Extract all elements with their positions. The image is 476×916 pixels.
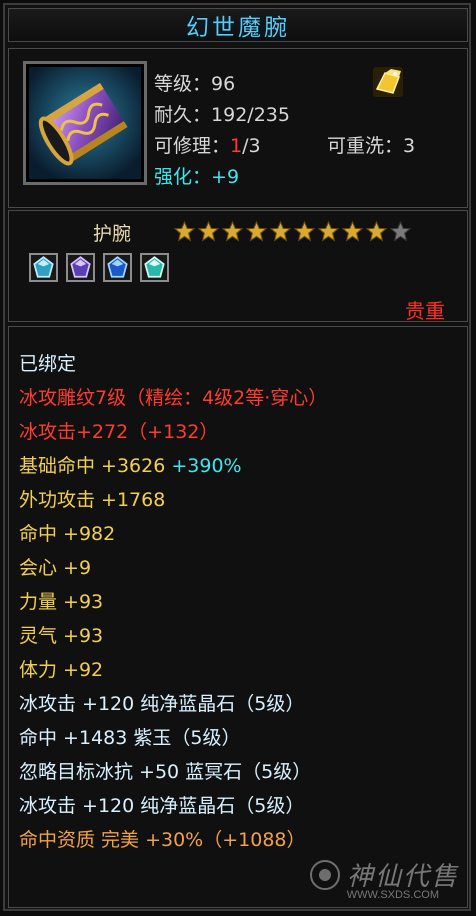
enhance-value: +9 xyxy=(211,166,240,188)
level-value: 96 xyxy=(211,73,236,95)
gem-slot[interactable] xyxy=(66,253,95,282)
attribute-text: 已绑定 xyxy=(19,353,77,375)
attribute-text: 命中 +1483 紫玉（5级） xyxy=(19,727,241,749)
equipment-type: 护腕 xyxy=(93,223,132,245)
attribute-text: 外功攻击 +1768 xyxy=(19,489,166,511)
attribute-line: 外功攻击 +1768 xyxy=(19,485,165,512)
item-icon-slot[interactable] xyxy=(23,61,147,185)
attribute-text: 冰攻击 +120 纯净蓝晶石（5级） xyxy=(19,693,305,715)
star-icon xyxy=(366,221,387,242)
durability-label: 耐久 xyxy=(154,104,193,126)
bracer-item-icon xyxy=(29,67,141,179)
level-label: 等级 xyxy=(154,73,193,95)
attribute-text: 命中 +982 xyxy=(19,523,116,545)
repair-row: 可修理：1/3 xyxy=(154,135,261,157)
item-name: 幻世魔腕 xyxy=(186,15,290,41)
attribute-line: 忽略目标冰抗 +50 蓝冥石（5级） xyxy=(19,757,311,784)
attribute-line: 力量 +93 xyxy=(19,587,103,614)
attribute-line: 命中 +1483 紫玉（5级） xyxy=(19,723,240,750)
watermark-url: WWW.SXDS.COM xyxy=(346,889,439,901)
durability-row: 耐久：192/235 xyxy=(154,104,290,126)
gem-slot[interactable] xyxy=(140,253,169,282)
star-icon xyxy=(174,221,195,242)
blue-gem-icon xyxy=(33,256,54,278)
attribute-text: 灵气 +93 xyxy=(19,625,104,647)
star-rating xyxy=(174,221,411,242)
star-icon xyxy=(222,221,243,242)
rarity-label: 贵重 xyxy=(405,299,445,323)
star-icon xyxy=(270,221,291,242)
durability-value: 192/235 xyxy=(211,104,290,126)
reforge-row: 可重洗：3 xyxy=(327,135,416,157)
star-icon xyxy=(294,221,315,242)
attribute-line: 体力 +92 xyxy=(19,655,103,682)
attribute-line: 命中资质 完美 +30%（+1088） xyxy=(19,825,306,852)
enhance-label: 强化 xyxy=(154,166,193,188)
attribute-text: 冰攻击+272（+132） xyxy=(19,421,219,443)
attribute-line: 灵气 +93 xyxy=(19,621,103,648)
attribute-line: 已绑定 xyxy=(19,349,76,376)
attribute-line: 冰攻击 +120 纯净蓝晶石（5级） xyxy=(19,791,304,818)
cyan-gem-icon xyxy=(144,256,165,278)
attribute-text: 会心 +9 xyxy=(19,557,92,579)
reforge-label: 可重洗 xyxy=(327,135,385,157)
attribute-line: 冰攻击+272（+132） xyxy=(19,417,218,444)
attribute-line: 冰攻雕纹7级（精绘：4级2等·穿心） xyxy=(19,383,327,410)
attribute-line: 命中 +982 xyxy=(19,519,115,546)
purple-gem-icon xyxy=(70,256,91,278)
attribute-panel: 命中资质 完美 +30%（+1088） 冰攻击 +120 纯净蓝晶石（5级） 忽略目… xyxy=(8,326,468,908)
attribute-text: 体力 +92 xyxy=(19,659,104,681)
attribute-text: 忽略目标冰抗 +50 蓝冥石（5级） xyxy=(19,761,312,783)
star-icon xyxy=(342,221,363,242)
blue-crystal-gem-icon xyxy=(107,256,128,278)
reforge-value: 3 xyxy=(403,135,416,157)
gold-ingot-icon xyxy=(373,67,403,97)
attribute-bonus: +390% xyxy=(165,455,242,477)
gem-slot[interactable] xyxy=(103,253,132,282)
attribute-text: 冰攻击 +120 纯净蓝晶石（5级） xyxy=(19,795,305,817)
repair-max: /3 xyxy=(242,135,261,157)
watermark-text: 神仙代售 xyxy=(346,862,459,892)
attribute-line: 冰攻击 +120 纯净蓝晶石（5级） xyxy=(19,689,304,716)
attribute-text: 命中资质 完美 +30%（+1088） xyxy=(19,829,306,851)
repair-label: 可修理 xyxy=(154,135,212,157)
star-icon xyxy=(246,221,267,242)
gem-slots xyxy=(29,253,169,282)
attribute-line: 基础命中 +3626 +390% xyxy=(19,451,242,478)
attribute-text: 基础命中 +3626 xyxy=(19,455,166,477)
level-row: 等级：96 xyxy=(154,73,236,95)
item-type-panel: 护腕 贵重 xyxy=(8,210,468,323)
attribute-text: 冰攻雕纹7级（精绘：4级2等·穿心） xyxy=(19,387,328,409)
enhance-row: 强化：+9 xyxy=(154,166,240,188)
star-icon xyxy=(318,221,339,242)
star-icon xyxy=(198,221,219,242)
watermark-logo-icon xyxy=(309,859,340,890)
watermark: 神仙代售 xyxy=(309,856,459,893)
attribute-text: 力量 +93 xyxy=(19,591,104,613)
repair-used: 1 xyxy=(230,135,243,157)
title-bar: 幻世魔腕 xyxy=(8,8,468,42)
gem-slot[interactable] xyxy=(29,253,58,282)
item-summary-panel: 等级：96 耐久：192/235 可修理：1/3 可重洗：3 强化：+9 xyxy=(8,48,468,208)
attribute-line: 会心 +9 xyxy=(19,553,91,580)
star-icon xyxy=(390,221,411,242)
